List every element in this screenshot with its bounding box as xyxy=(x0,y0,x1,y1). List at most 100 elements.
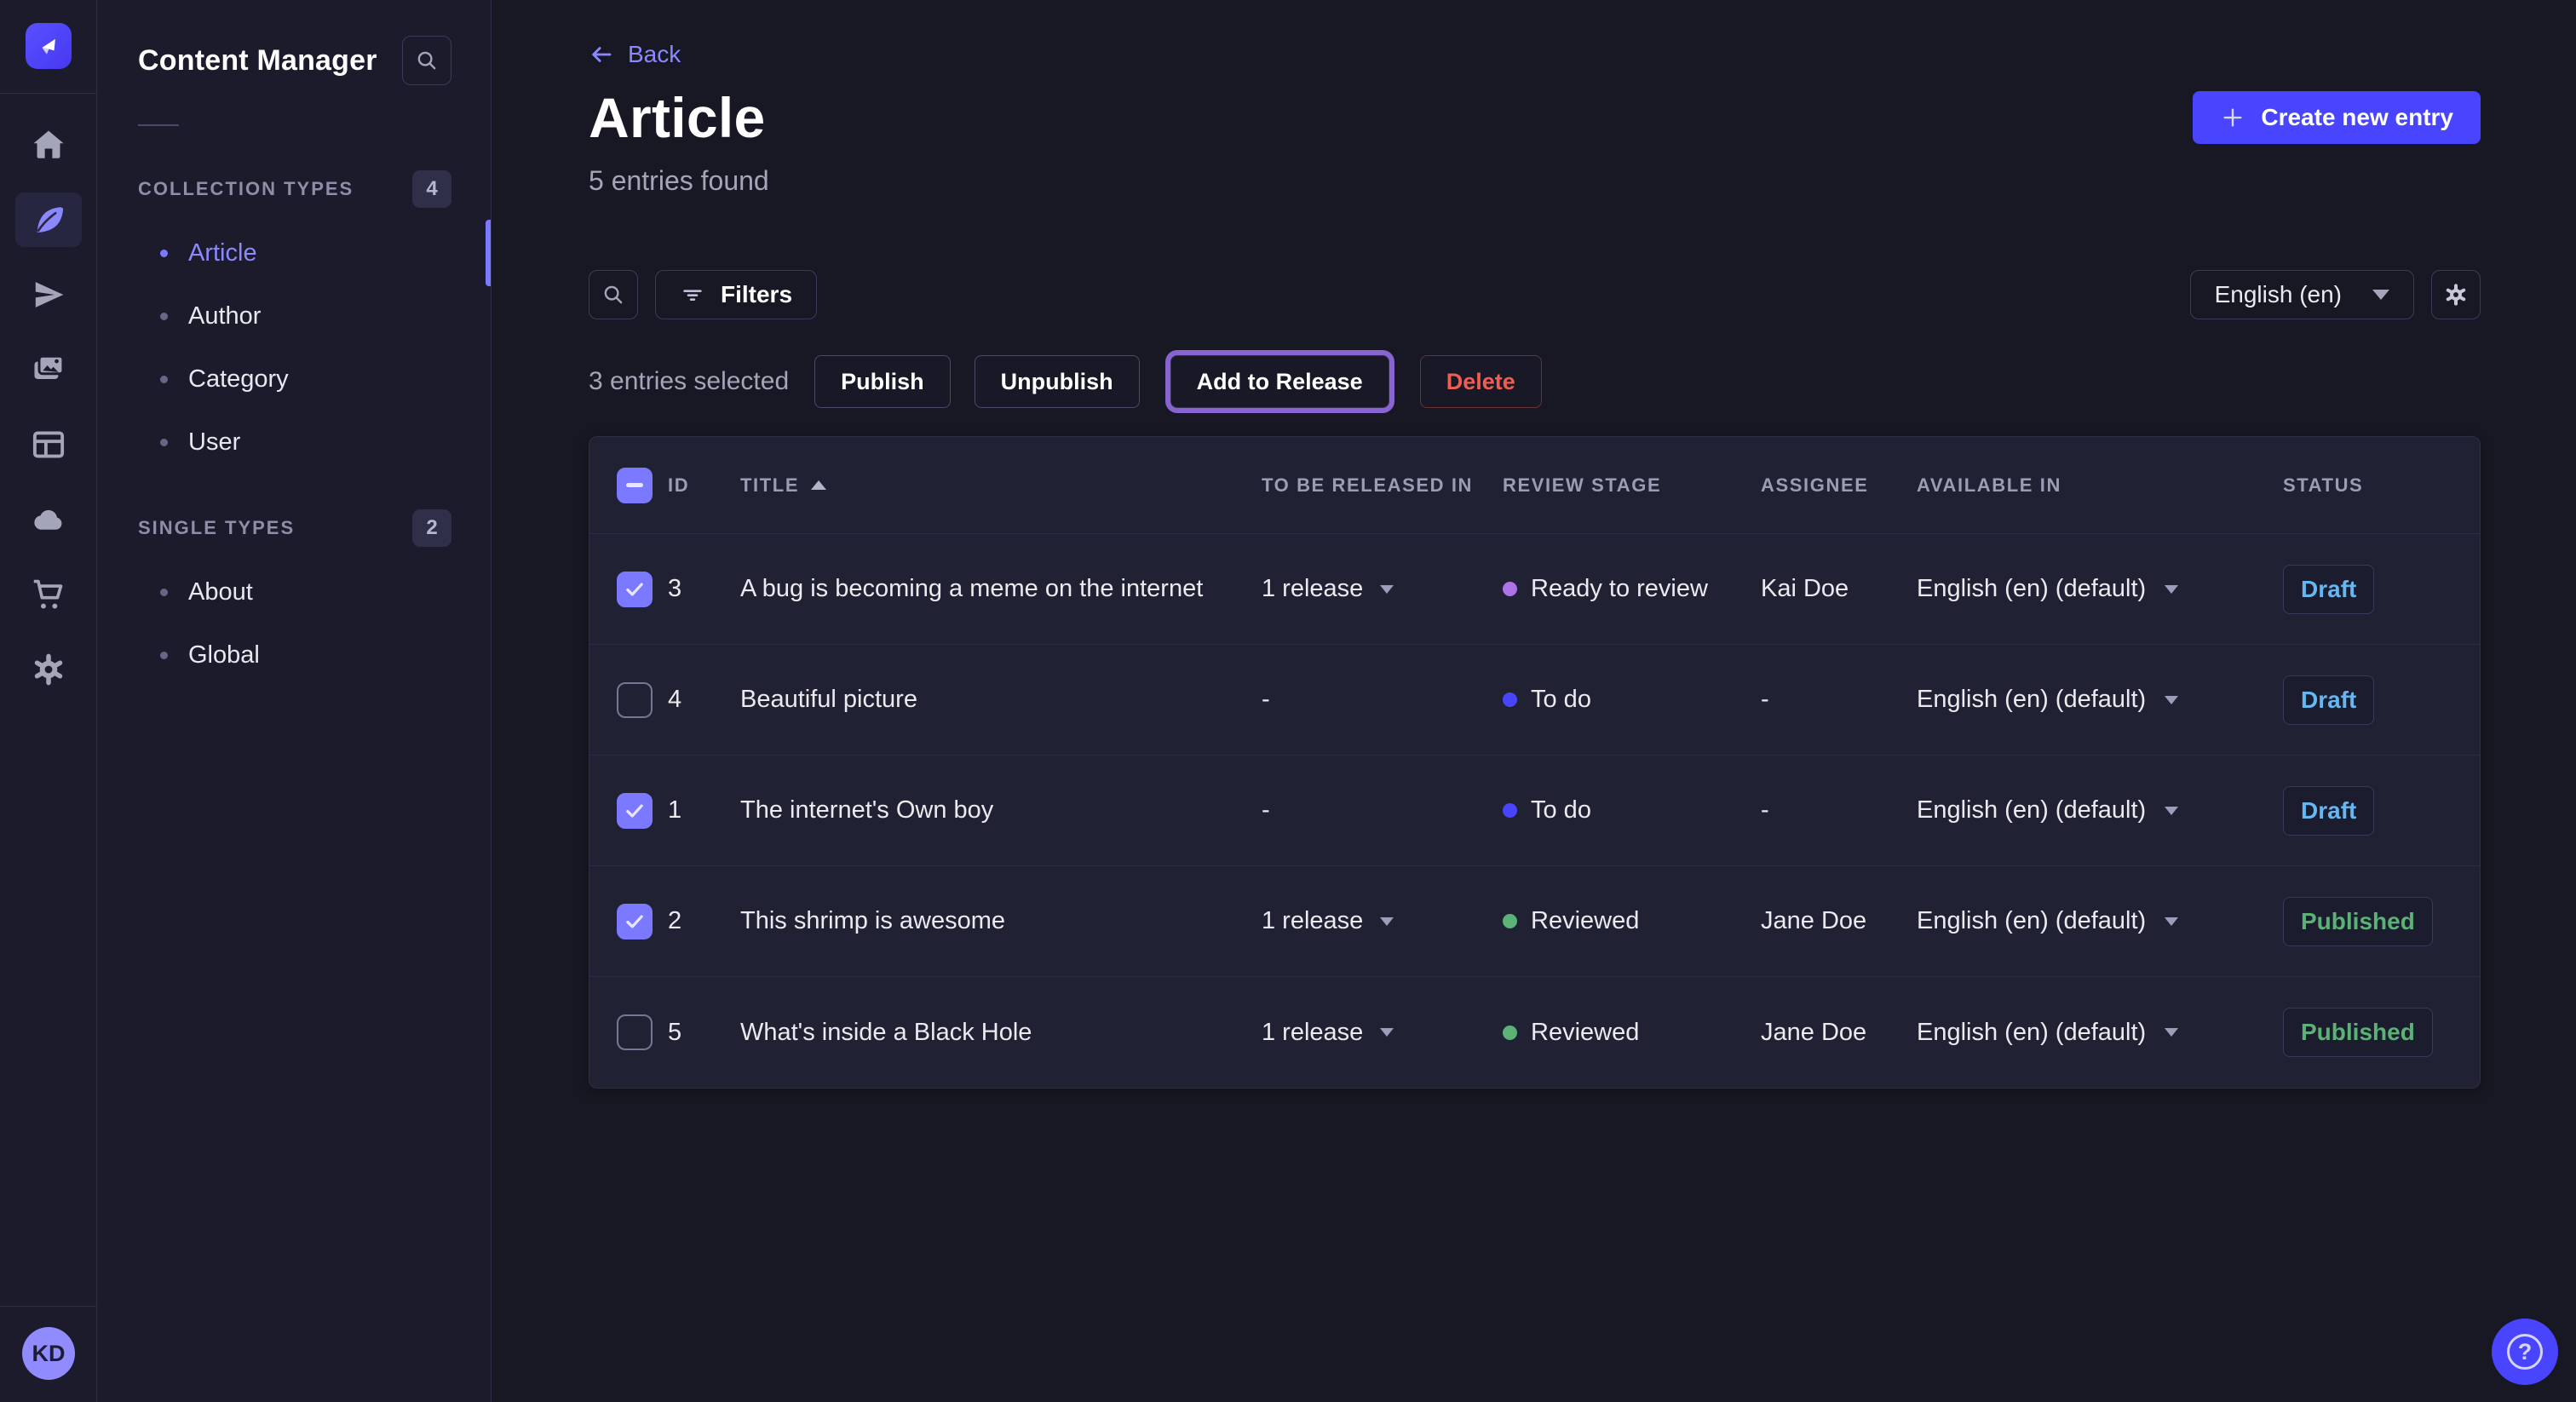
row-to-be-released-in[interactable]: 1 release xyxy=(1262,907,1503,935)
column-header-status[interactable]: STATUS xyxy=(2283,474,2480,497)
search-button[interactable] xyxy=(589,270,638,319)
row-id: 5 xyxy=(668,1019,740,1047)
user-avatar[interactable]: KD xyxy=(22,1327,75,1380)
back-link[interactable]: Back xyxy=(589,37,681,72)
indeterminate-dash-icon xyxy=(626,483,643,487)
filters-button[interactable]: Filters xyxy=(655,270,817,319)
nav-settings-icon[interactable] xyxy=(15,642,82,697)
chevron-down-icon xyxy=(2165,807,2178,815)
column-header-to-be-released-in[interactable]: TO BE RELEASED IN xyxy=(1262,474,1503,497)
select-all-checkbox[interactable] xyxy=(617,468,653,503)
row-available-in[interactable]: English (en) (default) xyxy=(1917,796,2283,825)
row-to-be-released-in: - xyxy=(1262,796,1503,825)
sidebar-item-category[interactable]: Category xyxy=(97,348,491,411)
chevron-down-icon xyxy=(2165,917,2178,926)
chevron-down-icon xyxy=(2372,290,2389,300)
nav-media-library-icon[interactable] xyxy=(15,342,82,397)
column-header-title[interactable]: TITLE xyxy=(740,474,1262,497)
nav-releases-icon[interactable] xyxy=(15,267,82,322)
row-to-be-released-in[interactable]: 1 release xyxy=(1262,1019,1503,1047)
nav-content-manager-icon[interactable] xyxy=(15,192,82,247)
row-id: 1 xyxy=(668,796,740,825)
sidebar-item-author[interactable]: Author xyxy=(97,284,491,348)
column-header-assignee[interactable]: ASSIGNEE xyxy=(1761,474,1917,497)
search-icon xyxy=(601,282,626,307)
status-badge: Published xyxy=(2283,897,2433,946)
content-manager-sidebar: Content Manager COLLECTION TYPES4Article… xyxy=(97,0,492,1402)
view-settings-button[interactable] xyxy=(2431,270,2481,319)
row-id: 3 xyxy=(668,575,740,603)
nav-deploy-icon[interactable] xyxy=(15,492,82,547)
sidebar-item-user[interactable]: User xyxy=(97,411,491,474)
table-row[interactable]: 4Beautiful picture-To do-English (en) (d… xyxy=(589,645,2480,756)
row-title[interactable]: A bug is becoming a meme on the internet xyxy=(740,575,1262,603)
row-checkbox[interactable] xyxy=(617,572,653,607)
column-header-available-in[interactable]: AVAILABLE IN xyxy=(1917,474,2283,497)
selection-count: 3 entries selected xyxy=(589,367,789,396)
row-available-in[interactable]: English (en) (default) xyxy=(1917,575,2283,603)
section-count-badge: 2 xyxy=(412,509,451,547)
row-checkbox[interactable] xyxy=(617,904,653,939)
chevron-down-icon xyxy=(1380,585,1394,594)
check-icon xyxy=(624,578,646,600)
row-status: Published xyxy=(2283,897,2480,946)
row-title[interactable]: The internet's Own boy xyxy=(740,796,1262,825)
row-status: Draft xyxy=(2283,675,2480,725)
row-checkbox[interactable] xyxy=(617,1014,653,1050)
help-button[interactable]: ? xyxy=(2492,1319,2558,1385)
table-row[interactable]: 3A bug is becoming a meme on the interne… xyxy=(589,534,2480,645)
sidebar-section: SINGLE TYPES 2 AboutGlobal xyxy=(97,508,491,687)
row-checkbox[interactable] xyxy=(617,682,653,718)
row-available-in[interactable]: English (en) (default) xyxy=(1917,907,2283,935)
row-review-stage: Reviewed xyxy=(1503,907,1761,935)
table-row[interactable]: 1The internet's Own boy-To do-English (e… xyxy=(589,756,2480,866)
row-title[interactable]: This shrimp is awesome xyxy=(740,907,1262,935)
nav-home-icon[interactable] xyxy=(15,118,82,172)
chevron-down-icon xyxy=(1380,1028,1394,1037)
chevron-down-icon xyxy=(1380,917,1394,926)
strapi-logo[interactable] xyxy=(26,23,72,69)
row-assignee: Kai Doe xyxy=(1761,575,1917,603)
row-status: Published xyxy=(2283,1008,2480,1057)
row-available-in[interactable]: English (en) (default) xyxy=(1917,1019,2283,1047)
row-id: 4 xyxy=(668,686,740,714)
row-title[interactable]: What's inside a Black Hole xyxy=(740,1019,1262,1047)
row-available-in[interactable]: English (en) (default) xyxy=(1917,686,2283,714)
nav-content-type-builder-icon[interactable] xyxy=(15,417,82,472)
table-row[interactable]: 2This shrimp is awesome1 releaseReviewed… xyxy=(589,866,2480,977)
column-header-id[interactable]: ID xyxy=(668,474,740,497)
gear-icon xyxy=(2442,281,2470,308)
sidebar-title: Content Manager xyxy=(138,44,377,78)
row-assignee: - xyxy=(1761,796,1917,825)
chevron-down-icon xyxy=(2165,696,2178,704)
sidebar-item-global[interactable]: Global xyxy=(97,623,491,687)
delete-button[interactable]: Delete xyxy=(1420,355,1542,408)
unpublish-button[interactable]: Unpublish xyxy=(975,355,1140,408)
status-badge: Draft xyxy=(2283,675,2374,725)
bullet-icon xyxy=(160,376,168,383)
row-title[interactable]: Beautiful picture xyxy=(740,686,1262,714)
add-to-release-button[interactable]: Add to Release xyxy=(1170,355,1389,408)
locale-dropdown[interactable]: English (en) xyxy=(2190,270,2414,319)
sidebar-item-article[interactable]: Article xyxy=(97,221,491,284)
row-checkbox[interactable] xyxy=(617,793,653,829)
column-header-review-stage[interactable]: REVIEW STAGE xyxy=(1503,474,1761,497)
bullet-icon xyxy=(160,652,168,659)
publish-button[interactable]: Publish xyxy=(814,355,951,408)
filter-icon xyxy=(680,282,705,307)
chevron-down-icon xyxy=(2165,1028,2178,1037)
row-to-be-released-in[interactable]: 1 release xyxy=(1262,575,1503,603)
row-assignee: - xyxy=(1761,686,1917,714)
table-row[interactable]: 5What's inside a Black Hole1 releaseRevi… xyxy=(589,977,2480,1088)
table-header-row: ID TITLE TO BE RELEASED IN REVIEW STAGE … xyxy=(589,437,2480,534)
row-assignee: Jane Doe xyxy=(1761,907,1917,935)
create-new-entry-button[interactable]: Create new entry xyxy=(2193,91,2481,144)
section-label: SINGLE TYPES xyxy=(138,517,295,539)
sidebar-search-button[interactable] xyxy=(402,36,451,85)
nav-marketplace-icon[interactable] xyxy=(15,567,82,622)
stage-dot-icon xyxy=(1503,803,1517,818)
check-icon xyxy=(624,800,646,822)
bullet-icon xyxy=(160,250,168,257)
bullet-icon xyxy=(160,439,168,446)
sidebar-item-about[interactable]: About xyxy=(97,560,491,623)
